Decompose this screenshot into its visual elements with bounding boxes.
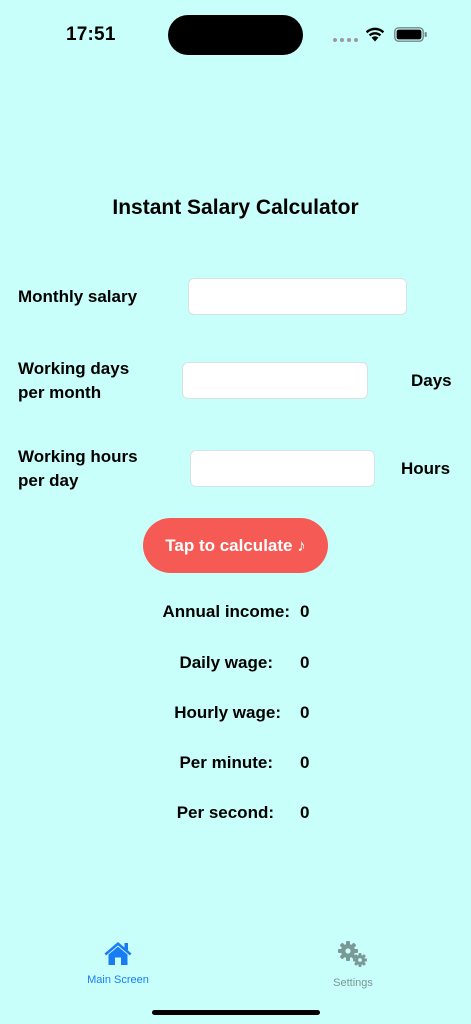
working-hours-label-line2: per day — [18, 471, 79, 490]
dynamic-island — [168, 15, 303, 55]
gears-icon — [335, 940, 371, 973]
per-minute-label: Per minute: — [179, 753, 273, 772]
wifi-icon — [364, 25, 386, 47]
working-hours-input[interactable] — [190, 450, 375, 487]
working-days-label: Working days per month — [18, 357, 129, 405]
cellular-signal-icon — [333, 38, 358, 42]
working-hours-label: Working hours per day — [18, 445, 138, 493]
days-unit-label: Days — [411, 371, 452, 390]
calculate-button[interactable]: Tap to calculate ♪ — [143, 518, 328, 573]
hourly-wage-value: 0 — [300, 703, 310, 722]
status-time: 17:51 — [66, 24, 116, 45]
per-second-label: Per second: — [176, 803, 274, 822]
monthly-salary-label: Monthly salary — [18, 287, 138, 306]
annual-income-value: 0 — [300, 602, 310, 621]
working-days-input[interactable] — [182, 362, 368, 399]
tab-settings[interactable]: Settings — [313, 940, 393, 989]
working-hours-label-line1: Working hours — [18, 447, 138, 466]
house-icon — [103, 940, 133, 970]
per-second-value: 0 — [300, 803, 310, 822]
working-days-label-line2: per month — [18, 383, 102, 402]
battery-icon — [394, 27, 428, 47]
home-indicator — [152, 1010, 320, 1015]
monthly-salary-input[interactable] — [188, 278, 407, 315]
working-days-label-line1: Working days — [18, 359, 130, 378]
hourly-wage-label: Hourly wage: — [174, 703, 281, 722]
daily-wage-label: Daily wage: — [179, 653, 273, 672]
tab-main-screen[interactable]: Main Screen — [78, 940, 158, 986]
page-title: Instant Salary Calculator — [112, 196, 359, 219]
annual-income-label: Annual income: — [162, 602, 290, 621]
per-minute-value: 0 — [300, 753, 310, 772]
tab-main-screen-label: Main Screen — [87, 974, 149, 986]
daily-wage-value: 0 — [300, 653, 310, 672]
tab-settings-label: Settings — [333, 977, 373, 989]
hours-unit-label: Hours — [401, 459, 451, 478]
